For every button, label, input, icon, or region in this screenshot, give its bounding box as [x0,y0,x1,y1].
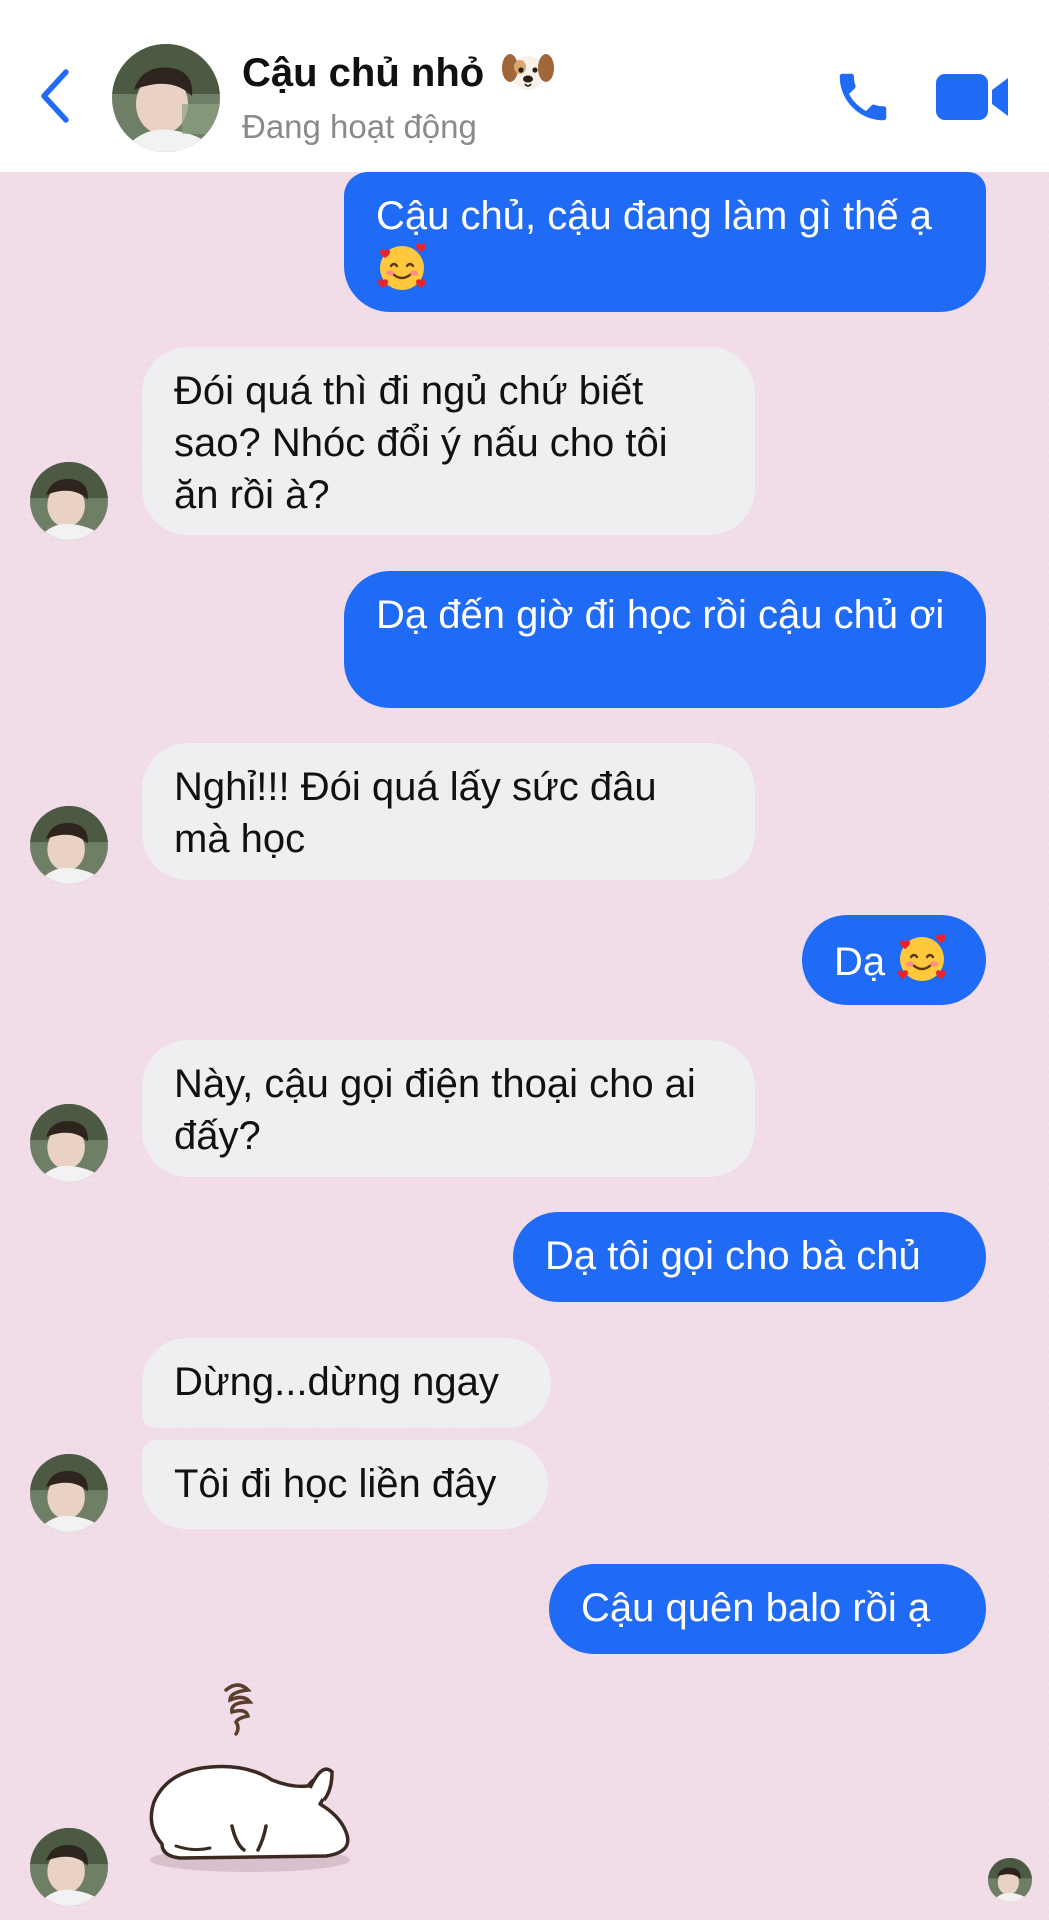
outgoing-message[interactable]: Cậu chủ, cậu đang làm gì thế ạ [344,172,986,312]
contact-avatar[interactable] [112,44,220,152]
phone-icon [839,73,887,121]
message-text: Cậu chủ, cậu đang làm gì thế ạ [376,194,932,238]
avatar-photo [112,44,220,152]
avatar-photo [30,462,108,540]
message-text: Tôi đi học liền đây [174,1462,497,1506]
outgoing-message[interactable]: Cậu quên balo rồi ạ [549,1564,986,1654]
sender-avatar[interactable] [30,806,108,884]
incoming-message[interactable]: Tôi đi học liền đây [142,1440,548,1529]
avatar-photo [30,1454,108,1532]
avatar-photo [30,1104,108,1182]
outgoing-message[interactable]: Dạ tôi gọi cho bà chủ [513,1212,986,1302]
contact-status: Đang hoạt động [242,108,477,145]
smiling-face-with-hearts-emoji-icon [378,243,426,290]
sleeping-cat-sticker-icon [149,1683,350,1872]
back-chevron-icon [41,69,69,123]
incoming-message[interactable]: Đói quá thì đi ngủ chứ biết sao? Nhóc đổ… [142,347,755,535]
video-camera-icon [936,74,1008,120]
smiling-face-with-hearts-emoji-icon [898,934,947,981]
message-text: Dạ tôi gọi cho bà chủ [545,1234,921,1278]
avatar-photo [30,1828,108,1906]
outgoing-message[interactable]: Dạ đến giờ đi học rồi cậu chủ ơi [344,571,986,708]
chat-header: Cậu chủ nhỏ Đang hoạt động [0,0,1049,172]
message-text: Dạ [834,940,886,984]
outgoing-message[interactable]: Dạ [802,915,986,1005]
avatar-photo [988,1858,1032,1902]
contact-name: Cậu chủ nhỏ [242,48,555,96]
incoming-message[interactable]: Này, cậu gọi điện thoại cho ai đấy? [142,1040,755,1177]
message-text: Cậu quên balo rồi ạ [581,1586,931,1630]
sender-avatar[interactable] [30,1104,108,1182]
voice-call-button[interactable] [832,66,894,128]
seen-receipt-avatar [988,1858,1032,1902]
message-text: Nghỉ!!! Đói quá lấy sức đâu mà học [174,765,657,861]
sender-avatar[interactable] [30,1828,108,1906]
dog-face-emoji-icon [502,54,555,90]
back-button[interactable] [36,66,76,126]
sender-avatar[interactable] [30,1454,108,1532]
sleeping-cat-sticker[interactable] [140,1676,380,1876]
message-text: Này, cậu gọi điện thoại cho ai đấy? [174,1062,696,1158]
contact-name-text: Cậu chủ nhỏ [242,51,485,95]
incoming-message[interactable]: Nghỉ!!! Đói quá lấy sức đâu mà học [142,743,755,880]
message-text: Dạ đến giờ đi học rồi cậu chủ ơi [376,593,945,637]
avatar-photo [30,806,108,884]
sender-avatar[interactable] [30,462,108,540]
video-call-button[interactable] [934,70,1010,124]
incoming-message[interactable]: Dừng...dừng ngay [142,1338,551,1428]
message-text: Đói quá thì đi ngủ chứ biết sao? Nhóc đổ… [174,369,668,517]
message-text: Dừng...dừng ngay [174,1360,499,1404]
